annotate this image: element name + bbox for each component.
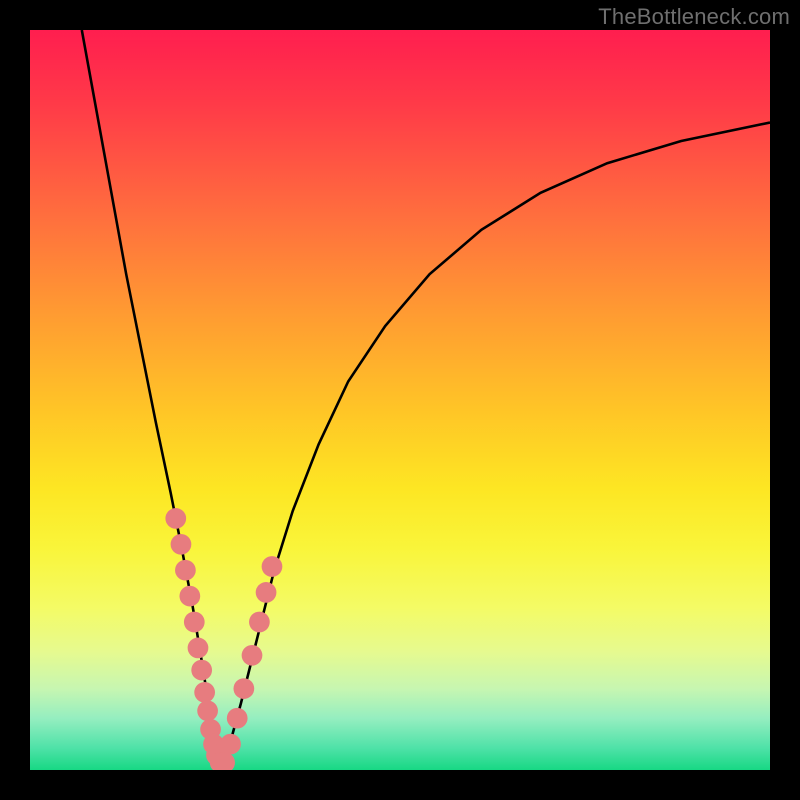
data-dot [184,612,205,633]
data-dot [171,534,192,555]
dots-group [165,508,282,770]
data-dot [234,678,255,699]
data-dot [249,612,270,633]
data-dot [220,734,241,755]
data-dot [179,586,200,607]
data-dot [197,700,218,721]
curve-group [82,30,770,766]
data-dot [242,645,263,666]
data-dot [175,560,196,581]
data-dot [188,638,209,659]
data-dot [256,582,277,603]
plot-area [30,30,770,770]
chart-frame: TheBottleneck.com [0,0,800,800]
data-dot [165,508,186,529]
data-dot [194,682,215,703]
chart-svg [30,30,770,770]
watermark-text: TheBottleneck.com [598,4,790,30]
data-dot [227,708,248,729]
data-dot [262,556,283,577]
curve-right [222,123,770,767]
data-dot [191,660,212,681]
